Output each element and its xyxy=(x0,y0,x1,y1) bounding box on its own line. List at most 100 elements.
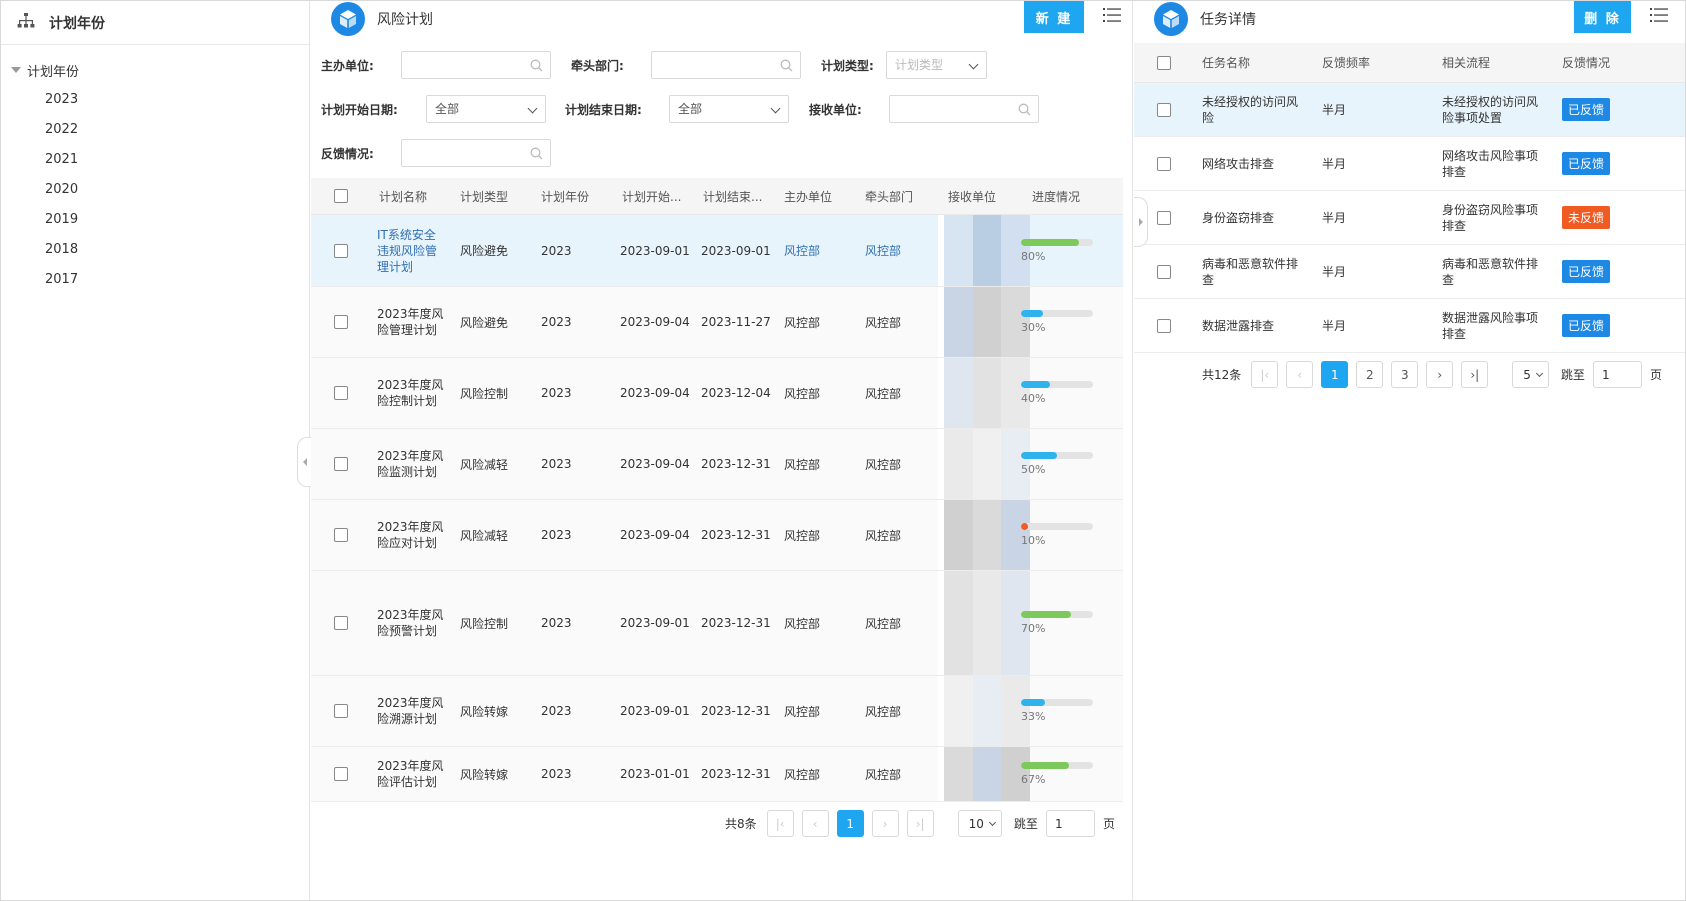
row-checkbox[interactable] xyxy=(334,386,348,400)
table-row[interactable]: 2023年度风险控制计划 风险控制 2023 2023-09-04 2023-12-04… xyxy=(311,358,1123,429)
page-button-3[interactable]: 3 xyxy=(1391,361,1419,388)
feedback-status-cell: 未反馈 xyxy=(1554,206,1664,229)
row-checkbox[interactable] xyxy=(334,528,348,542)
task-row-checkbox[interactable] xyxy=(1157,210,1171,225)
task-row-checkbox[interactable] xyxy=(1157,264,1171,279)
jump-page-input[interactable]: 1 xyxy=(1045,810,1095,837)
table-row[interactable]: 2023年度风险溯源计划 风险转嫁 2023 2023-09-01 2023-12-31… xyxy=(311,676,1123,747)
start-date-cell: 2023-09-01 xyxy=(620,704,690,718)
chevron-down-icon xyxy=(527,103,538,114)
task-row[interactable]: 网络攻击排查 半月 网络攻击风险事项排查 已反馈 xyxy=(1134,137,1685,191)
delete-button[interactable]: 删 除 xyxy=(1574,1,1631,33)
start-date-select[interactable]: 全部 xyxy=(426,95,546,123)
progress-bar xyxy=(1021,381,1093,388)
tree-item-2020[interactable]: 2020 xyxy=(1,175,309,205)
col-lead-dept[interactable]: 牵头部门 xyxy=(857,188,938,205)
page-button-2[interactable]: 2 xyxy=(1356,361,1384,388)
task-row-select-cell xyxy=(1134,264,1194,279)
list-menu-icon[interactable] xyxy=(1650,7,1668,23)
task-row[interactable]: 病毒和恶意软件排查 半月 病毒和恶意软件排查 已反馈 xyxy=(1134,245,1685,299)
end-date-select[interactable]: 全部 xyxy=(669,95,789,123)
caret-down-icon[interactable] xyxy=(11,67,21,73)
tree-item-2021[interactable]: 2021 xyxy=(1,145,309,175)
new-button[interactable]: 新 建 xyxy=(1024,1,1084,33)
tree-item-2022[interactable]: 2022 xyxy=(1,115,309,145)
plan-pagination: 共8条 |‹ ‹ 1 › ›| 10 跳至 1 页 xyxy=(725,810,1115,837)
table-row[interactable]: 2023年度风险预警计划 风险控制 2023 2023-09-01 2023-12-31… xyxy=(311,571,1123,676)
plan-year-cell: 2023 xyxy=(541,386,572,400)
first-page-icon[interactable]: |‹ xyxy=(1251,361,1279,388)
plan-name-cell[interactable]: IT系统安全违规风险管理计划 xyxy=(371,227,452,275)
task-row-checkbox[interactable] xyxy=(1157,102,1171,117)
progress-bar-fill xyxy=(1021,238,1079,246)
list-menu-icon[interactable] xyxy=(1103,7,1121,23)
col-feedback-freq[interactable]: 反馈频率 xyxy=(1314,54,1434,71)
next-page-icon[interactable]: › xyxy=(1426,361,1454,388)
cube-logo-icon xyxy=(1154,2,1188,36)
lead-dept-input[interactable] xyxy=(651,51,801,79)
tree-item-2018[interactable]: 2018 xyxy=(1,235,309,265)
tree-item-2023[interactable]: 2023 xyxy=(1,85,309,115)
page-button-1[interactable]: 1 xyxy=(836,810,864,837)
col-plan-name[interactable]: 计划名称 xyxy=(371,188,452,205)
task-select-all-checkbox[interactable] xyxy=(1157,55,1171,70)
jump-page-input[interactable]: 1 xyxy=(1592,361,1642,388)
last-page-icon[interactable]: ›| xyxy=(1461,361,1489,388)
col-end-date[interactable]: 计划结束... xyxy=(695,188,776,205)
prev-page-icon[interactable]: ‹ xyxy=(1286,361,1314,388)
page-size-select[interactable]: 10 xyxy=(957,810,1002,837)
col-progress[interactable]: 进度情况 xyxy=(1019,188,1119,205)
col-related-flow[interactable]: 相关流程 xyxy=(1434,54,1554,71)
col-receiver[interactable]: 接收单位 xyxy=(938,188,1019,205)
next-page-icon[interactable]: › xyxy=(871,810,899,837)
tree-item-2019[interactable]: 2019 xyxy=(1,205,309,235)
col-feedback-status[interactable]: 反馈情况 xyxy=(1554,54,1664,71)
collapse-right-handle[interactable] xyxy=(1134,197,1148,247)
row-checkbox[interactable] xyxy=(334,767,348,781)
progress-label: 70% xyxy=(1021,622,1046,635)
col-host-unit[interactable]: 主办单位 xyxy=(776,188,857,205)
related-flow-cell: 网络攻击风险事项排查 xyxy=(1442,148,1539,179)
table-row[interactable]: 2023年度风险管理计划 风险避免 2023 2023-09-04 2023-11-27… xyxy=(311,287,1123,358)
row-select-cell xyxy=(311,243,371,258)
table-row[interactable]: 2023年度风险应对计划 风险减轻 2023 2023-09-04 2023-12-31… xyxy=(311,500,1123,571)
select-all-cell xyxy=(311,189,371,203)
row-checkbox[interactable] xyxy=(334,704,348,718)
feedback-input[interactable] xyxy=(401,139,551,167)
row-checkbox[interactable] xyxy=(334,243,348,258)
end-date-cell: 2023-12-31 xyxy=(701,616,771,630)
receiver-input[interactable] xyxy=(889,95,1039,123)
task-row[interactable]: 身份盗窃排查 半月 身份盗窃风险事项排查 未反馈 xyxy=(1134,191,1685,245)
row-checkbox[interactable] xyxy=(334,616,348,630)
task-row-checkbox[interactable] xyxy=(1157,156,1171,171)
first-page-icon[interactable]: |‹ xyxy=(766,810,794,837)
row-checkbox[interactable] xyxy=(334,457,348,471)
last-page-icon[interactable]: ›| xyxy=(906,810,934,837)
tree-item-2017[interactable]: 2017 xyxy=(1,265,309,295)
table-row[interactable]: 2023年度风险评估计划 风险转嫁 2023 2023-01-01 2023-12-31… xyxy=(311,747,1123,802)
host-unit-input[interactable] xyxy=(401,51,551,79)
prev-page-icon[interactable]: ‹ xyxy=(801,810,829,837)
table-row[interactable]: 2023年度风险监测计划 风险减轻 2023 2023-09-04 2023-12-31… xyxy=(311,429,1123,500)
task-row[interactable]: 未经授权的访问风险 半月 未经授权的访问风险事项处置 已反馈 xyxy=(1134,83,1685,137)
page-button-1[interactable]: 1 xyxy=(1321,361,1349,388)
col-plan-type[interactable]: 计划类型 xyxy=(452,188,533,205)
row-checkbox[interactable] xyxy=(334,315,348,329)
task-row-checkbox[interactable] xyxy=(1157,318,1171,333)
start-date-cell: 2023-09-04 xyxy=(620,315,690,329)
col-task-name[interactable]: 任务名称 xyxy=(1194,54,1314,71)
col-start-date[interactable]: 计划开始... xyxy=(614,188,695,205)
chevron-down-icon xyxy=(968,59,979,70)
collapse-left-handle[interactable] xyxy=(297,437,311,487)
start-date-value: 全部 xyxy=(435,102,460,116)
plan-name-cell: 2023年度风险监测计划 xyxy=(377,449,444,479)
page-size-select[interactable]: 5 xyxy=(1512,361,1549,388)
col-plan-year[interactable]: 计划年份 xyxy=(533,188,614,205)
table-row[interactable]: IT系统安全违规风险管理计划 风险避免 2023 2023-09-01 2023-09-… xyxy=(311,215,1123,287)
plan-type-select[interactable]: 计划类型 xyxy=(886,51,987,79)
status-badge: 已反馈 xyxy=(1562,314,1611,337)
tree-root-node[interactable]: 计划年份 xyxy=(1,55,309,85)
receiver-cell-redacted xyxy=(944,500,1030,570)
select-all-checkbox[interactable] xyxy=(334,189,348,203)
task-row[interactable]: 数据泄露排查 半月 数据泄露风险事项排查 已反馈 xyxy=(1134,299,1685,353)
